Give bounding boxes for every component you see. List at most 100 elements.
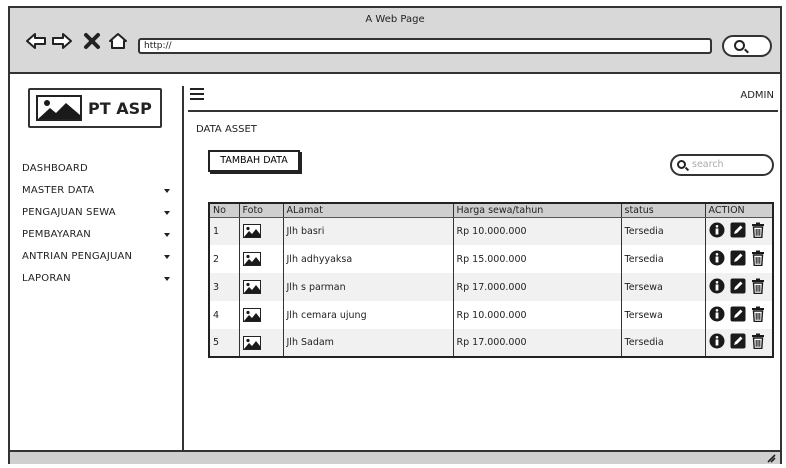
image-icon	[36, 95, 82, 121]
close-icon	[84, 33, 100, 49]
cell-no: 2	[209, 245, 239, 273]
pencil-icon[interactable]	[730, 222, 746, 241]
browser-toolbar: A Web Page http://	[10, 8, 780, 74]
search-icon	[734, 40, 745, 51]
table-row: 1 Jlh basri Rp 10.000.000 Tersedia	[209, 217, 773, 245]
sidebar-item-pengajuan-sewa[interactable]: PENGAJUAN SEWA	[22, 202, 178, 224]
info-icon[interactable]	[709, 250, 725, 269]
cell-no: 4	[209, 301, 239, 329]
chevron-down-icon	[164, 233, 170, 237]
info-icon[interactable]	[709, 278, 725, 297]
cell-foto	[238, 273, 283, 301]
sidebar-item-label: LAPORAN	[22, 273, 71, 284]
sidebar: PT ASP DASHBOARD MASTER DATA PENGAJUAN S…	[10, 74, 182, 452]
cell-foto	[238, 329, 283, 357]
window-title: A Web Page	[365, 14, 425, 25]
back-button[interactable]	[24, 30, 48, 52]
brand-name: PT ASP	[88, 98, 152, 118]
cell-alamat: Jlh s parman	[282, 273, 453, 301]
cell-harga: Rp 10.000.000	[452, 301, 621, 329]
cell-foto	[238, 245, 283, 273]
cell-action	[704, 329, 773, 357]
cell-status: Tersewa	[620, 273, 705, 301]
resize-grip-icon[interactable]	[766, 453, 776, 463]
table-row: 5 Jlh Sadam Rp 17.000.000 Tersedia	[209, 329, 773, 357]
sidebar-item-antrian-pengajuan[interactable]: ANTRIAN PENGAJUAN	[22, 246, 178, 268]
sidebar-menu: DASHBOARD MASTER DATA PENGAJUAN SEWA PEM…	[22, 158, 178, 290]
sidebar-item-laporan[interactable]: LAPORAN	[22, 268, 178, 290]
cell-harga: Rp 10.000.000	[452, 217, 621, 245]
add-data-button[interactable]: TAMBAH DATA	[208, 150, 300, 172]
stop-button[interactable]	[80, 30, 104, 52]
info-icon[interactable]	[709, 222, 725, 241]
image-icon[interactable]	[242, 308, 261, 322]
table-row: 4 Jlh cemara ujung Rp 10.000.000 Tersewa	[209, 301, 773, 329]
chevron-down-icon	[164, 189, 170, 193]
page-title: DATA ASSET	[196, 124, 257, 135]
cell-status: Tersedia	[620, 329, 705, 357]
trash-icon[interactable]	[751, 278, 765, 297]
cell-foto	[238, 217, 283, 245]
browser-window: A Web Page http:// PT ASP DASHBOARD MAST…	[8, 6, 782, 464]
header-divider	[188, 110, 778, 112]
sidebar-item-label: PENGAJUAN SEWA	[22, 207, 116, 218]
cell-action	[704, 245, 773, 273]
image-icon[interactable]	[242, 252, 261, 266]
image-icon[interactable]	[242, 280, 261, 294]
arrow-left-icon	[26, 33, 46, 49]
table-row: 3 Jlh s parman Rp 17.000.000 Tersewa	[209, 273, 773, 301]
sidebar-item-label: DASHBOARD	[22, 163, 88, 174]
hamburger-menu-icon[interactable]	[190, 88, 204, 100]
trash-icon[interactable]	[751, 222, 765, 241]
sidebar-item-master-data[interactable]: MASTER DATA	[22, 180, 178, 202]
pencil-icon[interactable]	[730, 250, 746, 269]
asset-table: No Foto ALamat Harga sewa/tahun status A…	[208, 202, 774, 358]
trash-icon[interactable]	[751, 306, 765, 325]
trash-icon[interactable]	[751, 250, 765, 269]
cell-no: 1	[209, 217, 239, 245]
pencil-icon[interactable]	[730, 333, 746, 352]
sidebar-item-pembayaran[interactable]: PEMBAYARAN	[22, 224, 178, 246]
home-button[interactable]	[106, 30, 130, 52]
url-bar[interactable]: http://	[138, 38, 712, 54]
pencil-icon[interactable]	[730, 306, 746, 325]
cell-harga: Rp 17.000.000	[452, 273, 621, 301]
cell-no: 3	[209, 273, 239, 301]
cell-status: Tersedia	[620, 217, 705, 245]
sidebar-item-label: PEMBAYARAN	[22, 229, 91, 240]
cell-alamat: Jlh adhyyaksa	[282, 245, 453, 273]
column-header-foto: Foto	[238, 203, 283, 218]
trash-icon[interactable]	[751, 333, 765, 352]
cell-alamat: Jlh basri	[282, 217, 453, 245]
cell-alamat: Jlh cemara ujung	[282, 301, 453, 329]
sidebar-item-label: ANTRIAN PENGAJUAN	[22, 251, 133, 262]
cell-harga: Rp 17.000.000	[452, 329, 621, 357]
cell-no: 5	[209, 329, 239, 357]
pencil-icon[interactable]	[730, 278, 746, 297]
table-search-input[interactable]: search	[670, 154, 774, 176]
image-icon[interactable]	[242, 224, 261, 239]
cell-action	[704, 217, 773, 245]
table-row: 2 Jlh adhyyaksa Rp 15.000.000 Tersedia	[209, 245, 773, 273]
cell-status: Tersewa	[620, 301, 705, 329]
user-label[interactable]: ADMIN	[740, 90, 774, 101]
table-body: 1 Jlh basri Rp 10.000.000 Tersedia 2 Jlh adhy…	[209, 217, 773, 357]
cell-status: Tersedia	[620, 245, 705, 273]
sidebar-item-dashboard[interactable]: DASHBOARD	[22, 158, 178, 180]
info-icon[interactable]	[709, 306, 725, 325]
cell-foto	[238, 301, 283, 329]
forward-button[interactable]	[50, 30, 74, 52]
column-header-status: status	[620, 203, 705, 218]
main-content: ADMIN DATA ASSET TAMBAH DATA search No F…	[184, 74, 780, 452]
column-header-action: ACTION	[704, 203, 773, 218]
chevron-down-icon	[164, 255, 170, 259]
chevron-down-icon	[164, 277, 170, 281]
info-icon[interactable]	[709, 333, 725, 352]
sidebar-item-label: MASTER DATA	[22, 185, 95, 196]
brand-logo[interactable]: PT ASP	[28, 88, 162, 128]
home-icon	[109, 33, 127, 49]
browser-search-button[interactable]	[722, 35, 772, 57]
chevron-down-icon	[164, 211, 170, 215]
image-icon[interactable]	[242, 335, 261, 350]
column-header-harga: Harga sewa/tahun	[452, 203, 621, 218]
